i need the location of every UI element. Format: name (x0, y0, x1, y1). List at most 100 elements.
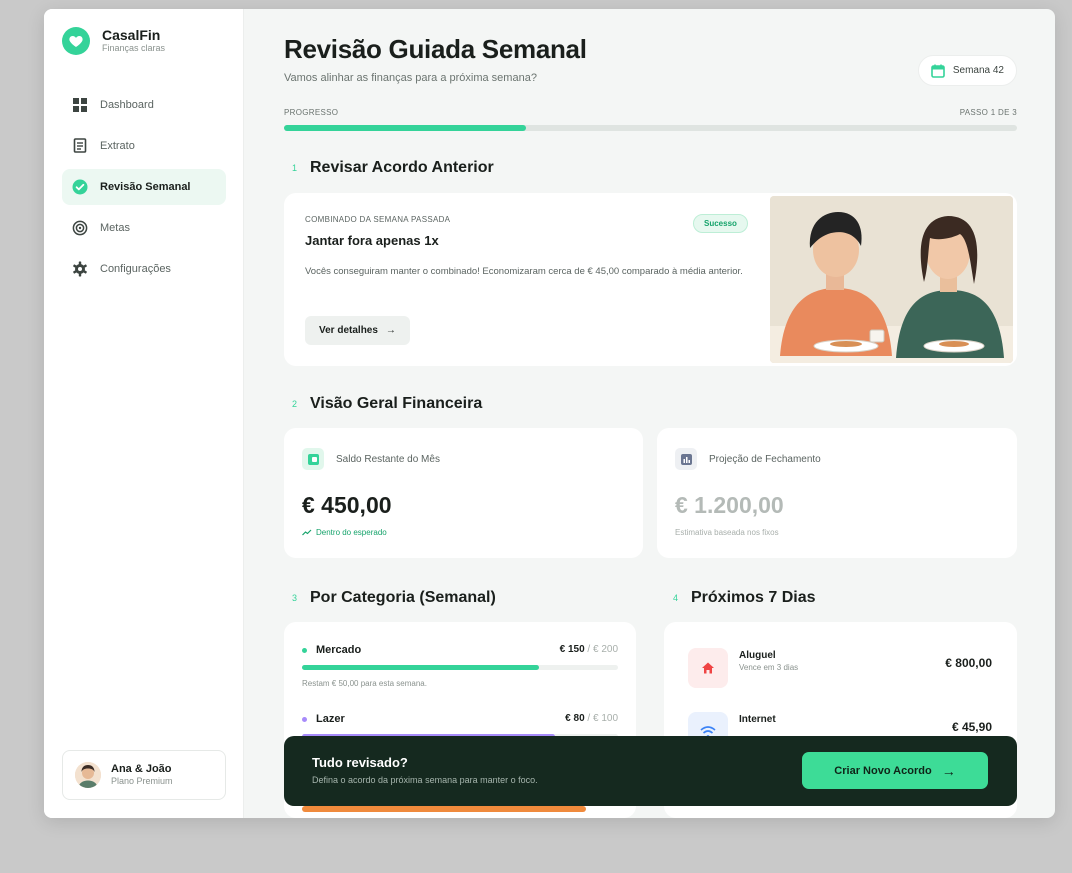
main-content: Revisão Guiada Semanal Vamos alinhar as … (284, 9, 1017, 818)
footer-title: Tudo revisado? (312, 755, 408, 770)
details-button-label: Ver detalhes (319, 325, 378, 336)
section-number: 1 (292, 163, 298, 173)
projection-header: Projeção de Fechamento (675, 448, 821, 470)
create-agreement-button[interactable]: Criar Novo Acordo → (802, 752, 988, 789)
category-amount: € 80 / € 100 (565, 713, 618, 724)
category-name-row: Lazer (302, 713, 345, 725)
category-dot (302, 716, 307, 722)
category-dot (302, 647, 307, 653)
section-number: 3 (292, 593, 298, 603)
footer-subtitle: Defina o acordo da próxima semana para m… (312, 775, 538, 785)
projection-card: Projeção de Fechamento € 1.200,00 Estima… (657, 428, 1017, 558)
sidebar-item-revisao-semanal[interactable]: Revisão Semanal (62, 169, 226, 205)
sidebar: CasalFin Finanças claras Dashboard Extra… (44, 9, 244, 818)
balance-note-row: Dentro do esperado (302, 528, 387, 537)
bill-name: Aluguel (739, 650, 776, 661)
section-title: Próximos 7 Dias (691, 589, 816, 606)
section-upcoming-header: 4 Próximos 7 Dias (673, 589, 816, 607)
gear-icon (72, 261, 88, 277)
category-name: Lazer (316, 713, 345, 725)
week-label: Semana 42 (952, 65, 1004, 76)
balance-value: € 450,00 (302, 492, 392, 518)
balance-card: Saldo Restante do Mês € 450,00 Dentro do… (284, 428, 643, 558)
sidebar-item-label: Dashboard (100, 99, 154, 111)
sidebar-item-dashboard[interactable]: Dashboard (62, 87, 226, 123)
list-item[interactable]: Aluguel Vence em 3 dias € 800,00 (688, 644, 992, 688)
trend-up-icon (302, 529, 312, 536)
target-icon (72, 220, 88, 236)
category-limit: / € 200 (584, 644, 618, 655)
progress-label: PROGRESSO (284, 108, 339, 117)
section-title: Revisar Acordo Anterior (310, 159, 494, 176)
brand[interactable]: CasalFin Finanças claras (62, 27, 165, 55)
agreement-title: Jantar fora apenas 1x (305, 233, 439, 248)
agreement-card: COMBINADO DA SEMANA PASSADA Jantar fora … (284, 193, 1017, 366)
projection-label: Projeção de Fechamento (709, 453, 821, 465)
check-circle-icon (72, 179, 88, 195)
agreement-description: Vocês conseguiram manter o combinado! Ec… (305, 266, 743, 277)
create-button-label: Criar Novo Acordo (834, 764, 932, 777)
sidebar-item-metas[interactable]: Metas (62, 210, 226, 246)
category-name: Mercado (316, 644, 362, 656)
arrow-right-icon: → (941, 762, 956, 779)
sidebar-item-label: Revisão Semanal (100, 181, 191, 193)
section-overview-header: 2 Visão Geral Financeira (292, 395, 482, 413)
section-title: Visão Geral Financeira (310, 395, 483, 412)
progress-step: PASSO 1 DE 3 (959, 108, 1017, 117)
bill-amount: € 800,00 (945, 656, 992, 670)
brand-name: CasalFin (102, 27, 161, 43)
bill-due: Vence em 3 dias (739, 663, 799, 672)
category-progress (302, 665, 618, 670)
review-action-bar: Tudo revisado? Defina o acordo da próxim… (284, 736, 1017, 806)
section-number: 2 (292, 399, 298, 409)
progress-bar (284, 125, 1017, 131)
arrow-right-icon: → (385, 325, 396, 336)
user-name: Ana & João (111, 763, 172, 775)
page-title: Revisão Guiada Semanal (284, 34, 587, 64)
heart-logo-icon (62, 27, 90, 55)
home-icon (688, 648, 728, 688)
category-limit: / € 100 (584, 713, 618, 724)
week-selector[interactable]: Semana 42 (917, 55, 1017, 86)
wallet-icon (302, 448, 324, 470)
brand-tagline: Finanças claras (102, 43, 166, 53)
user-plan: Plano Premium (111, 776, 173, 786)
chart-icon (675, 448, 697, 470)
category-amount: € 150 / € 200 (560, 644, 618, 655)
section-categories-header: 3 Por Categoria (Semanal) (292, 589, 496, 607)
user-profile[interactable]: Ana & João Plano Premium (62, 750, 226, 800)
sidebar-nav: Dashboard Extrato Revisão Semanal Metas (62, 87, 226, 292)
sidebar-item-label: Configurações (100, 263, 171, 275)
category-progress-fill (302, 665, 539, 670)
category-name-row: Mercado (302, 644, 361, 656)
sidebar-item-label: Extrato (100, 140, 135, 152)
sidebar-item-configuracoes[interactable]: Configurações (62, 251, 226, 287)
avatar (75, 762, 101, 788)
balance-note: Dentro do esperado (316, 528, 387, 537)
page-subtitle: Vamos alinhar as finanças para a próxima… (284, 72, 537, 84)
category-spent: € 150 (559, 644, 585, 655)
section-title: Por Categoria (Semanal) (310, 589, 496, 606)
bill-amount: € 45,90 (951, 720, 992, 734)
projection-note: Estimativa baseada nos fixos (675, 528, 779, 537)
category-progress-partial (302, 806, 586, 812)
sidebar-item-extrato[interactable]: Extrato (62, 128, 226, 164)
section-agreement-header: 1 Revisar Acordo Anterior (292, 159, 494, 177)
projection-value: € 1.200,00 (675, 492, 784, 518)
calendar-icon (931, 64, 945, 78)
category-spent: € 80 (565, 713, 585, 724)
receipt-icon (72, 138, 88, 154)
details-button[interactable]: Ver detalhes → (305, 316, 410, 345)
progress-fill (284, 125, 526, 131)
balance-label: Saldo Restante do Mês (336, 453, 440, 465)
app-window: CasalFin Finanças claras Dashboard Extra… (44, 9, 1055, 818)
section-number: 4 (673, 593, 679, 603)
couple-dinner-photo (770, 196, 1013, 363)
agreement-tag: COMBINADO DA SEMANA PASSADA (305, 215, 451, 224)
status-badge: Sucesso (693, 214, 748, 233)
balance-header: Saldo Restante do Mês (302, 448, 440, 470)
dashboard-icon (72, 97, 88, 113)
sidebar-item-label: Metas (100, 222, 130, 234)
bill-name: Internet (739, 714, 776, 725)
category-note: Restam € 50,00 para esta semana. (302, 679, 427, 688)
